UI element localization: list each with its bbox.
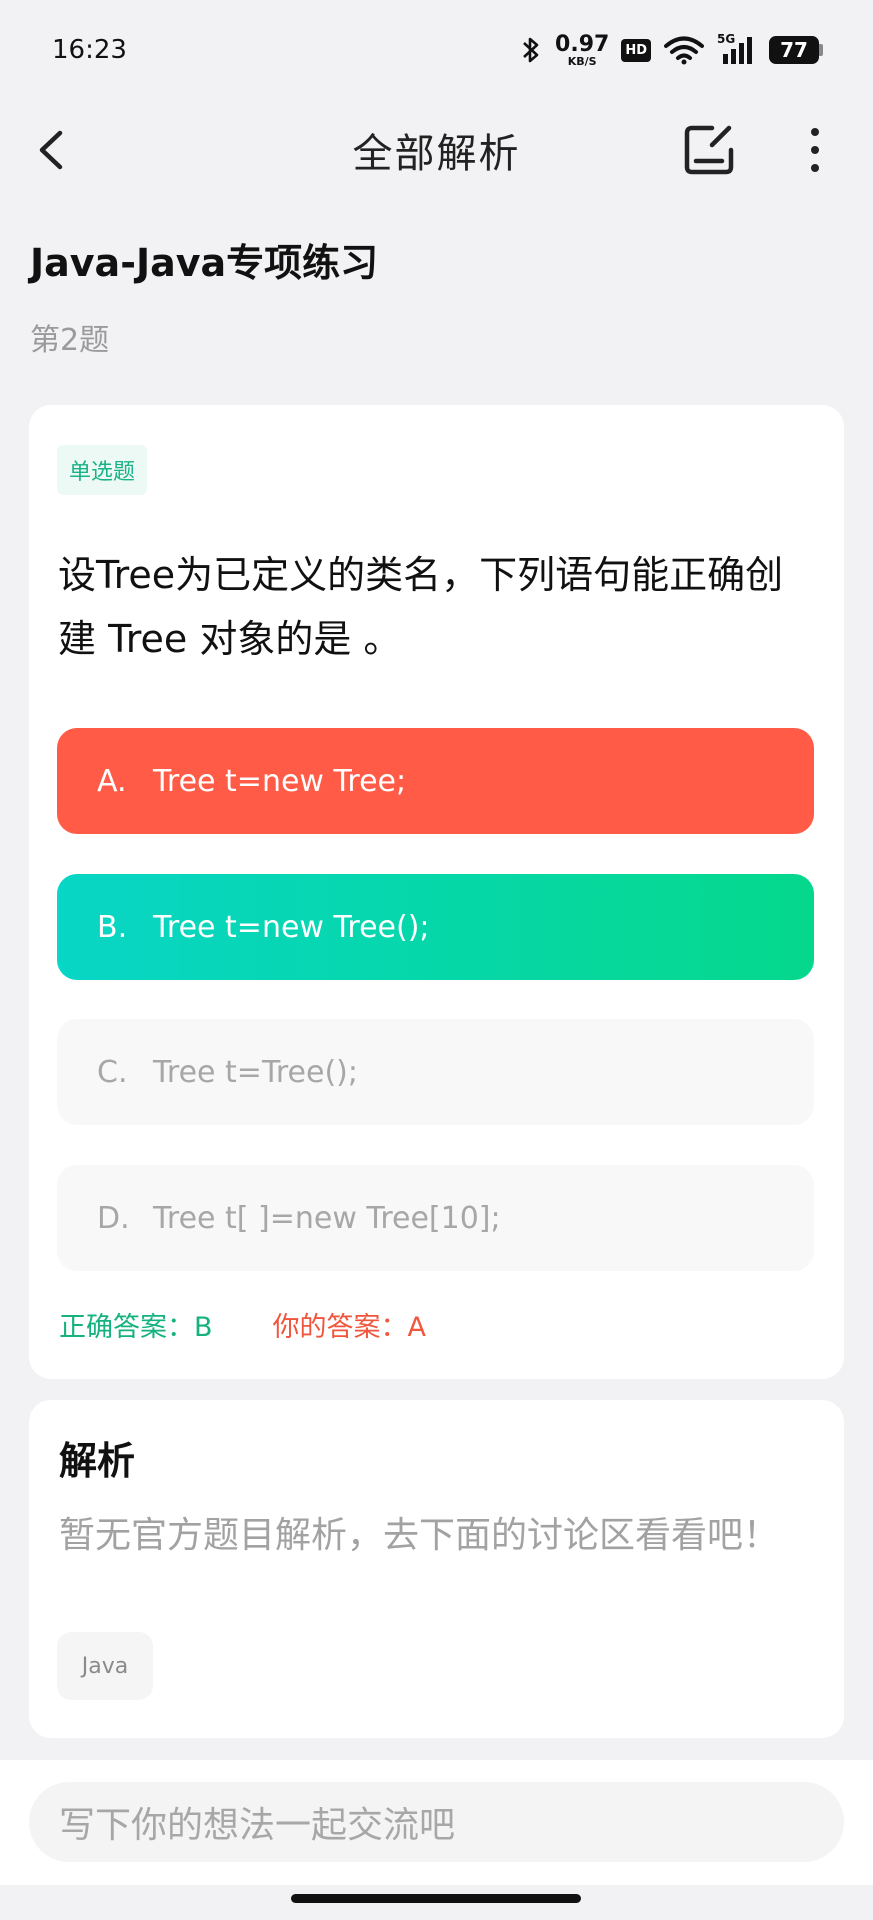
net-speed-value: 0.97 (555, 31, 610, 57)
option-letter: D. (97, 1200, 130, 1236)
page-header: Java-Java专项练习 第2题 (30, 232, 378, 359)
network-speed: 0.97 KB/S (555, 31, 610, 68)
status-time: 16:23 (52, 35, 127, 65)
option-letter: C. (97, 1054, 128, 1090)
explanation-title: 解析 (59, 1439, 136, 1483)
option-text: Tree t=Tree(); (153, 1054, 358, 1090)
topic-tag-java[interactable]: Java (57, 1632, 153, 1700)
explanation-text: 暂无官方题目解析，去下面的讨论区看看吧！ (59, 1515, 780, 1556)
option-letter: A. (97, 763, 127, 799)
answer-summary: 正确答案：B 你的答案：A (59, 1305, 426, 1344)
option-text: Tree t=new Tree; (153, 763, 407, 799)
home-indicator[interactable] (291, 1894, 581, 1903)
comment-input[interactable]: 写下你的想法一起交流吧 (29, 1782, 844, 1862)
battery-icon: 77 (769, 36, 823, 64)
option-c[interactable]: C. Tree t=Tree(); (57, 1019, 814, 1125)
more-vertical-icon[interactable] (795, 125, 835, 175)
signal-icon: 5G (717, 32, 757, 66)
question-type-tag: 单选题 (57, 445, 148, 495)
hd-badge: HD (621, 38, 651, 62)
page-title: Java-Java专项练习 (30, 241, 379, 285)
question-card: 单选题 设Tree为已定义的类名，下列语句能正确创建 Tree 对象的是 。 A… (29, 405, 844, 1379)
battery-level: 77 (769, 36, 819, 64)
option-a[interactable]: A. Tree t=new Tree; (57, 728, 814, 834)
nav-bar: 全部解析 (0, 100, 873, 200)
comment-bar: 写下你的想法一起交流吧 (0, 1760, 873, 1885)
option-text: Tree t=new Tree(); (153, 909, 430, 945)
edit-note-icon[interactable] (682, 122, 738, 178)
correct-answer: 正确答案：B (59, 1312, 213, 1343)
net-speed-unit: KB/S (567, 54, 597, 68)
status-bar: 16:23 0.97 KB/S HD 5G 77 (0, 0, 873, 100)
question-number: 第2题 (30, 323, 110, 358)
option-text: Tree t[ ]=new Tree[10]; (153, 1200, 501, 1236)
option-b[interactable]: B. Tree t=new Tree(); (57, 874, 814, 980)
bluetooth-icon (523, 37, 539, 63)
option-d[interactable]: D. Tree t[ ]=new Tree[10]; (57, 1165, 814, 1271)
explanation-card: 解析 暂无官方题目解析，去下面的讨论区看看吧！ Java (29, 1400, 844, 1738)
wifi-icon (664, 36, 704, 65)
your-answer: 你的答案：A (272, 1312, 427, 1343)
option-letter: B. (97, 909, 128, 945)
question-text: 设Tree为已定义的类名，下列语句能正确创建 Tree 对象的是 。 (58, 553, 784, 661)
status-icons: 0.97 KB/S HD 5G 77 (519, 31, 823, 68)
nav-title: 全部解析 (352, 131, 521, 177)
back-icon[interactable] (28, 125, 78, 175)
